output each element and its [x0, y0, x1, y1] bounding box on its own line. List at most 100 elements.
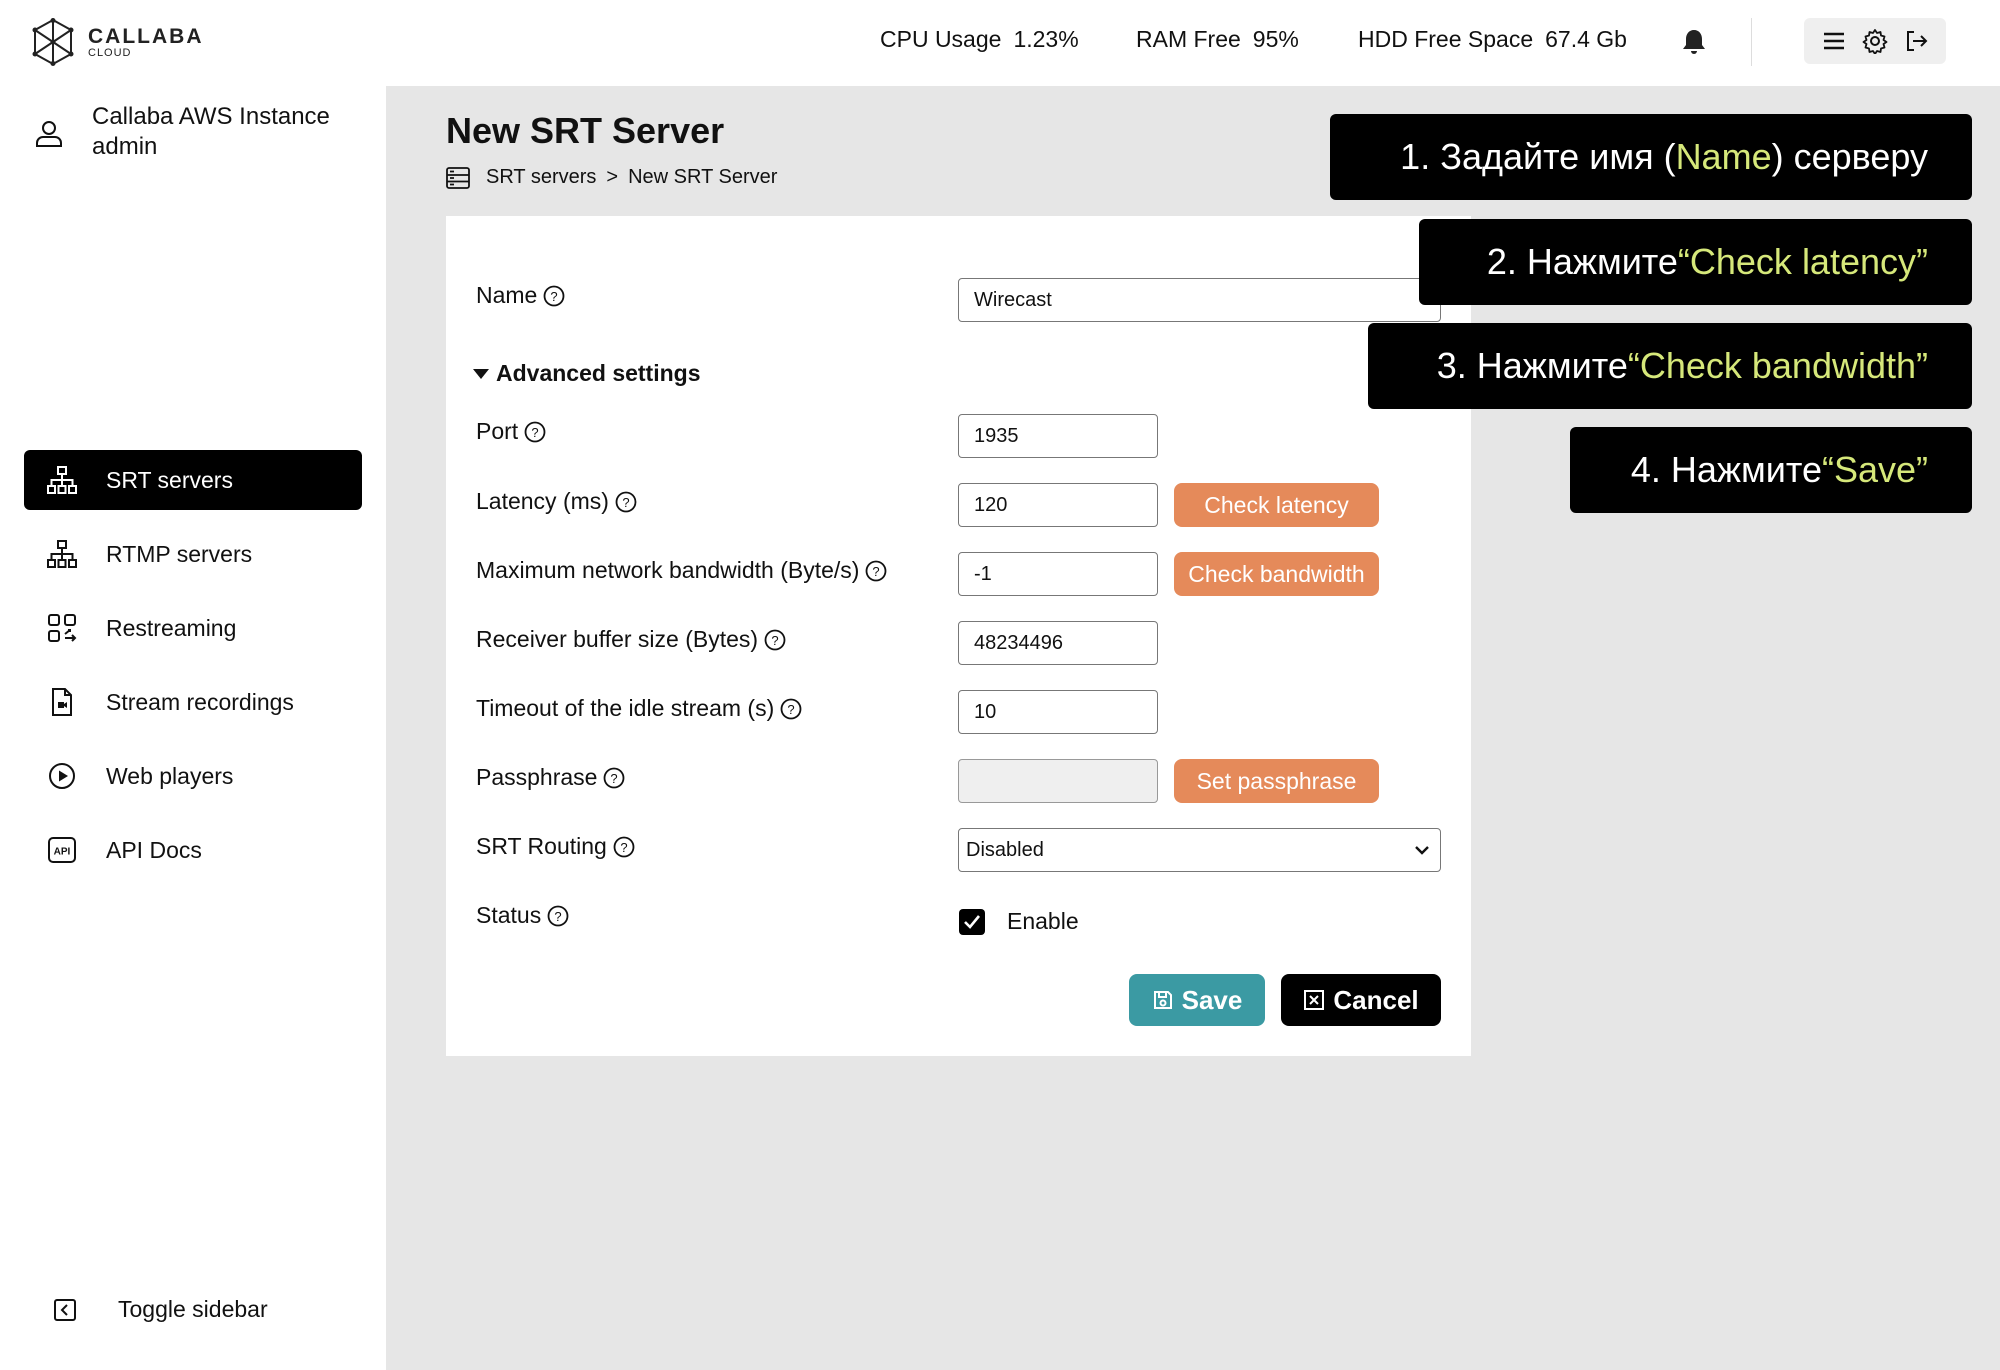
save-label: Save	[1181, 984, 1243, 1015]
help-icon[interactable]: ?	[603, 767, 625, 789]
bandwidth-label-text: Maximum network bandwidth (Byte/s)	[476, 557, 860, 583]
user-name: admin	[92, 133, 158, 160]
ram-label: RAM Free	[1136, 26, 1241, 52]
breadcrumb: SRT servers > New SRT Server	[446, 166, 777, 189]
buffer-input[interactable]: 48234496	[958, 621, 1158, 665]
callout-step-4: 4. Нажмите “Save”	[1570, 427, 1972, 513]
cpu-label: CPU Usage	[880, 26, 1002, 52]
topbar-actions	[1804, 18, 1946, 64]
sidebar: CALLABA CLOUD Callaba AWS Instance admin	[0, 0, 386, 1370]
sidebar-item-label: API Docs	[106, 836, 202, 863]
svg-text:?: ?	[532, 425, 539, 440]
sidebar-item-web-players[interactable]: Web players	[24, 746, 362, 806]
name-label: Name ?	[476, 282, 565, 309]
help-icon[interactable]: ?	[764, 629, 786, 651]
callout-step-1: 1. Задайте имя (Name) серверу	[1330, 114, 1972, 200]
page-title: New SRT Server	[446, 110, 725, 151]
routing-label-text: SRT Routing	[476, 833, 607, 859]
name-input[interactable]: Wirecast	[958, 278, 1441, 322]
cancel-button[interactable]: Cancel	[1281, 974, 1441, 1026]
bandwidth-input[interactable]: -1	[958, 552, 1158, 596]
breadcrumb-separator: >	[606, 166, 619, 188]
close-box-icon	[1304, 990, 1325, 1010]
brand-logo[interactable]: CALLABA CLOUD	[32, 18, 203, 66]
advanced-settings-toggle[interactable]: Advanced settings	[472, 360, 701, 387]
hdd-label: HDD Free Space	[1358, 26, 1534, 52]
help-icon[interactable]: ?	[865, 560, 887, 582]
sidebar-item-label: RTMP servers	[106, 540, 253, 567]
sidebar-item-label: Stream recordings	[106, 688, 294, 715]
cpu-value: 1.23%	[1013, 26, 1079, 52]
callout-text: 2. Нажмите	[1486, 241, 1678, 282]
menu-icon[interactable]	[1821, 28, 1847, 54]
help-icon[interactable]: ?	[613, 836, 635, 858]
advanced-settings-label: Advanced settings	[496, 360, 701, 386]
status-enable-label: Enable	[1007, 908, 1079, 934]
svg-text:?: ?	[611, 771, 618, 786]
timeout-label-text: Timeout of the idle stream (s)	[476, 695, 775, 721]
routing-label: SRT Routing ?	[476, 833, 635, 860]
checkmark-icon	[964, 914, 981, 929]
breadcrumb-link-srt-servers[interactable]: SRT servers	[486, 166, 596, 189]
status-enable-checkbox-row: Enable	[959, 908, 1079, 935]
svg-text:?: ?	[788, 702, 795, 717]
sidebar-item-label: SRT servers	[106, 466, 233, 493]
check-latency-button[interactable]: Check latency	[1174, 483, 1379, 527]
callout-text: 3. Нажмите	[1436, 345, 1628, 386]
callout-text: 4. Нажмите	[1630, 449, 1822, 490]
sidebar-nav: SRT servers RTMP servers Restreaming Str…	[24, 450, 362, 894]
callout-step-2: 2. Нажмите “Check latency”	[1419, 219, 1972, 305]
port-label-text: Port	[476, 418, 519, 444]
logout-icon[interactable]	[1903, 28, 1929, 54]
sidebar-item-rtmp-servers[interactable]: RTMP servers	[24, 524, 362, 584]
bell-icon[interactable]	[1681, 28, 1707, 56]
sidebar-item-api-docs[interactable]: API API Docs	[24, 820, 362, 880]
sidebar-item-srt-servers[interactable]: SRT servers	[24, 450, 362, 510]
check-bandwidth-button[interactable]: Check bandwidth	[1174, 552, 1379, 596]
set-passphrase-button[interactable]: Set passphrase	[1174, 759, 1379, 803]
gear-icon[interactable]	[1862, 28, 1888, 54]
passphrase-label: Passphrase ?	[476, 764, 625, 791]
toggle-sidebar-button[interactable]: Toggle sidebar	[52, 1296, 268, 1323]
ram-stat: RAM Free 95%	[1136, 26, 1299, 53]
port-input[interactable]: 1935	[958, 414, 1158, 458]
sidebar-item-label: Web players	[106, 762, 234, 789]
help-icon[interactable]: ?	[780, 698, 802, 720]
help-icon[interactable]: ?	[547, 905, 569, 927]
hdd-value: 67.4 Gb	[1545, 26, 1627, 52]
timeout-input[interactable]: 10	[958, 690, 1158, 734]
instance-name: Callaba AWS Instance	[92, 103, 330, 130]
ram-value: 95%	[1252, 26, 1299, 52]
callout-highlight: “Check latency”	[1677, 241, 1928, 282]
callout-highlight: “Check bandwidth”	[1627, 345, 1928, 386]
sitemap-icon	[47, 466, 77, 494]
sidebar-item-restreaming[interactable]: Restreaming	[24, 598, 362, 658]
passphrase-input	[958, 759, 1158, 803]
topbar-divider	[1751, 18, 1752, 66]
routing-select[interactable]: Disabled	[958, 828, 1441, 872]
help-icon[interactable]: ?	[543, 285, 565, 307]
buffer-label-text: Receiver buffer size (Bytes)	[476, 626, 759, 652]
name-label-text: Name	[476, 282, 538, 308]
save-button[interactable]: Save	[1129, 974, 1265, 1026]
svg-text:?: ?	[555, 909, 562, 924]
api-icon: API	[48, 837, 76, 863]
svg-text:?: ?	[622, 495, 629, 510]
cancel-label: Cancel	[1333, 984, 1419, 1015]
help-icon[interactable]: ?	[524, 421, 546, 443]
srt-server-form: Name ? Wirecast Advanced settings Port ?…	[446, 216, 1471, 1056]
breadcrumb-current: New SRT Server	[628, 166, 778, 188]
callout-highlight: “Save”	[1821, 449, 1928, 490]
bandwidth-label: Maximum network bandwidth (Byte/s) ?	[476, 557, 887, 584]
status-enable-checkbox[interactable]	[959, 908, 985, 935]
floppy-disk-icon	[1153, 991, 1172, 1009]
status-label-text: Status	[476, 902, 542, 928]
play-circle-icon	[49, 763, 75, 789]
restream-icon	[48, 614, 77, 642]
sidebar-item-stream-recordings[interactable]: Stream recordings	[24, 672, 362, 732]
callout-step-3: 3. Нажмите “Check bandwidth”	[1368, 323, 1972, 409]
help-icon[interactable]: ?	[615, 491, 637, 513]
latency-input[interactable]: 120	[958, 483, 1158, 527]
user-icon	[36, 121, 62, 147]
profile[interactable]: Callaba AWS Instance admin	[34, 102, 330, 162]
